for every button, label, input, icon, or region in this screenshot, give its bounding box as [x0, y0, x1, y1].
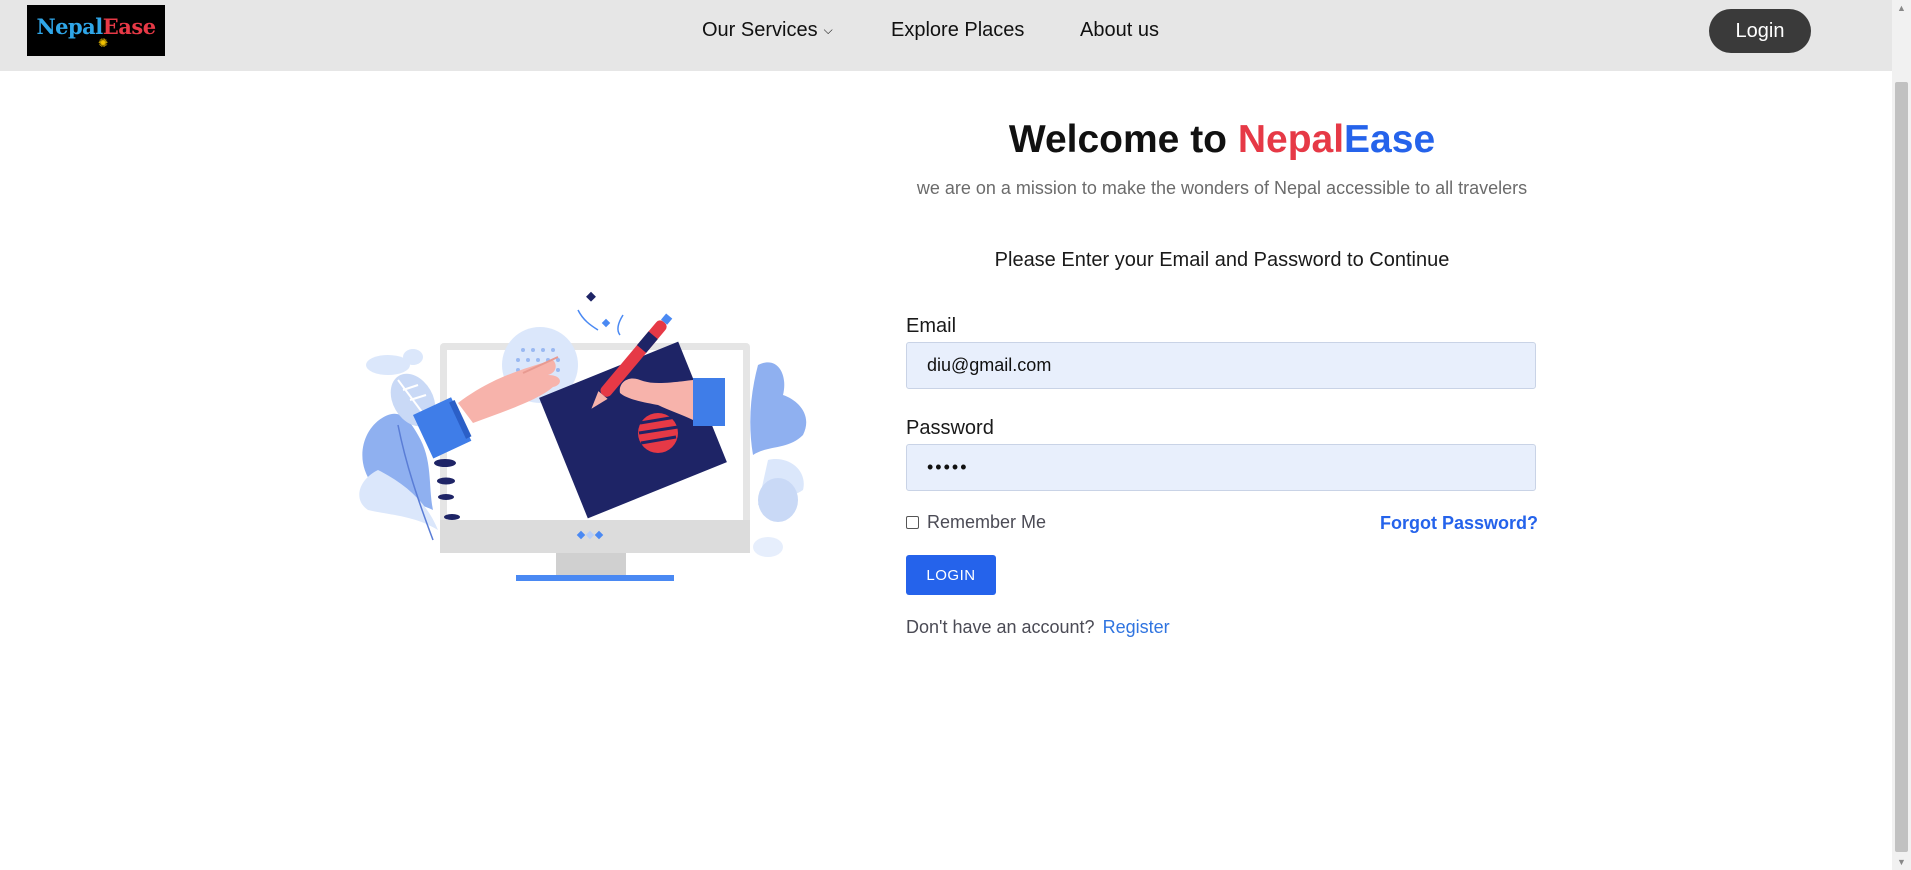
no-account-text: Don't have an account?: [906, 617, 1095, 637]
remember-me-checkbox[interactable]: [906, 516, 919, 529]
login-illustration: [359, 291, 807, 581]
email-field[interactable]: [906, 342, 1536, 389]
register-row: Don't have an account? Register: [906, 617, 1170, 638]
brand-logo-text: NepalEase: [36, 13, 156, 39]
page-subtitle: we are on a mission to make the wonders …: [916, 178, 1528, 198]
forgot-password-link[interactable]: Forgot Password?: [1380, 513, 1538, 534]
remember-me: Remember Me: [906, 512, 1046, 533]
nav-our-services-label: Our Services: [702, 19, 818, 41]
nav-our-services[interactable]: Our Services ⌵: [702, 19, 833, 42]
login-submit-button[interactable]: LOGIN: [906, 555, 996, 595]
brand-logo[interactable]: NepalEase ✺: [27, 5, 165, 56]
chevron-down-icon: ⌵: [823, 23, 833, 37]
vertical-scrollbar[interactable]: ▲ ▼: [1892, 0, 1911, 870]
remember-me-label[interactable]: Remember Me: [927, 512, 1046, 533]
nav-login-button[interactable]: Login: [1709, 9, 1811, 53]
sun-icon: ✺: [97, 35, 109, 50]
password-field[interactable]: [906, 444, 1536, 491]
nav-about-us[interactable]: About us: [1080, 19, 1159, 42]
top-navbar: NepalEase ✺ Our Services ⌵ Explore Places…: [0, 0, 1892, 71]
scrollbar-thumb[interactable]: [1895, 82, 1908, 852]
password-label: Password: [906, 417, 994, 439]
page-title: Welcome to NepalEase: [1008, 118, 1436, 161]
scroll-down-arrow-icon[interactable]: ▼: [1892, 854, 1911, 870]
nav-explore-places[interactable]: Explore Places: [891, 19, 1024, 42]
email-label: Email: [906, 315, 957, 337]
form-instruction: Please Enter your Email and Password to …: [994, 249, 1450, 271]
register-link[interactable]: Register: [1103, 617, 1170, 637]
scroll-up-arrow-icon[interactable]: ▲: [1892, 0, 1911, 16]
